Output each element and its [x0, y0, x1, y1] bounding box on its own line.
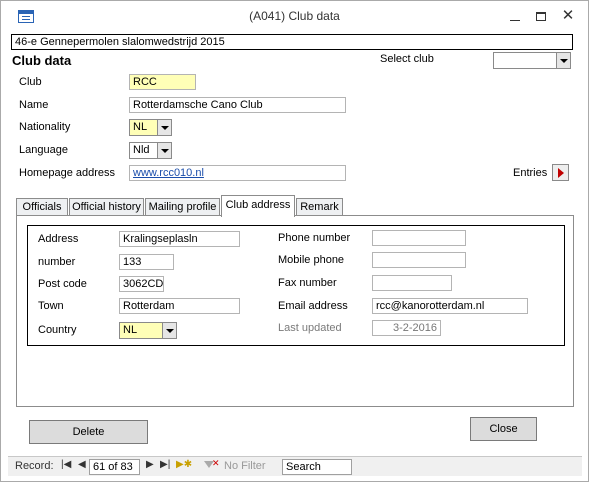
chevron-down-icon[interactable]	[162, 323, 176, 338]
mobile-label: Mobile phone	[278, 254, 345, 266]
entries-label: Entries	[513, 167, 548, 179]
fax-field[interactable]	[372, 275, 452, 291]
previous-record-icon[interactable]: ◀	[78, 459, 86, 470]
club-code-field[interactable]: RCC	[129, 74, 196, 90]
first-record-icon[interactable]: |◀	[61, 459, 71, 470]
no-filter-button[interactable]: No Filter	[224, 460, 266, 472]
new-record-icon[interactable]: ▶✱	[176, 459, 192, 470]
chevron-down-icon[interactable]	[157, 143, 171, 158]
phone-field[interactable]	[372, 230, 466, 246]
postcode-label: Post code	[38, 278, 87, 290]
postcode-field[interactable]: 3062CD	[119, 276, 164, 292]
close-window-button[interactable]: ✕	[558, 7, 578, 25]
window-title: (A041) Club data	[249, 9, 340, 23]
section-title: Club data	[12, 53, 72, 68]
nationality-combo[interactable]: NL	[129, 119, 172, 136]
entries-button[interactable]	[552, 164, 569, 181]
name-label: Name	[19, 99, 49, 111]
delete-button[interactable]: Delete	[29, 420, 148, 444]
last-updated-field: 3-2-2016	[372, 320, 441, 336]
chevron-down-icon[interactable]	[556, 53, 570, 68]
club-name-field[interactable]: Rotterdamsche Cano Club	[129, 97, 346, 113]
minimize-button[interactable]	[505, 7, 525, 25]
country-label: Country	[38, 324, 77, 336]
tab-remark[interactable]: Remark	[296, 198, 343, 216]
filter-off-icon: ✕	[212, 458, 220, 468]
close-button[interactable]: Close	[470, 417, 537, 441]
select-club-combo[interactable]	[493, 52, 571, 69]
language-combo[interactable]: Nld	[129, 142, 172, 159]
nationality-value: NL	[133, 121, 148, 133]
search-input[interactable]: Search	[282, 459, 352, 475]
maximize-icon	[536, 12, 546, 21]
country-combo[interactable]: NL	[119, 322, 177, 339]
tab-mailing-profile[interactable]: Mailing profile	[145, 198, 220, 216]
homepage-link[interactable]: www.rcc010.nl	[129, 165, 346, 181]
club-data-window: (A041) Club data ✕ 46-e Gennepermolen sl…	[0, 0, 589, 482]
record-navigation-bar: Record: |◀ ◀ 61 of 83 ▶ ▶| ▶✱ ✕ No Filte…	[8, 456, 582, 476]
number-field[interactable]: 133	[119, 254, 174, 270]
address-field[interactable]: Kralingseplasln	[119, 231, 240, 247]
record-label: Record:	[15, 460, 54, 472]
select-club-label: Select club	[380, 53, 434, 65]
mobile-field[interactable]	[372, 252, 466, 268]
language-label: Language	[19, 144, 68, 156]
club-label: Club	[19, 76, 42, 88]
chevron-down-icon[interactable]	[157, 120, 171, 135]
record-position-field[interactable]: 61 of 83	[89, 459, 140, 475]
minimize-icon	[510, 20, 520, 21]
homepage-label: Homepage address	[19, 167, 116, 179]
tab-officials[interactable]: Officials	[16, 198, 68, 216]
event-title: 46-e Gennepermolen slalomwedstrijd 2015	[11, 34, 573, 50]
email-label: Email address	[278, 300, 348, 312]
address-label: Address	[38, 233, 79, 245]
phone-label: Phone number	[278, 232, 351, 244]
tab-official-history[interactable]: Official history	[69, 198, 144, 216]
nationality-label: Nationality	[19, 121, 71, 133]
language-value: Nld	[133, 144, 150, 156]
title-bar: (A041) Club data ✕	[1, 1, 588, 31]
town-field[interactable]: Rotterdam	[119, 298, 240, 314]
next-record-icon[interactable]: ▶	[146, 459, 154, 470]
email-field[interactable]: rcc@kanorotterdam.nl	[372, 298, 528, 314]
fax-label: Fax number	[278, 277, 337, 289]
tab-club-address[interactable]: Club address	[221, 195, 295, 217]
last-record-icon[interactable]: ▶|	[160, 459, 170, 470]
country-value: NL	[123, 324, 138, 336]
number-label: number	[38, 256, 76, 268]
town-label: Town	[38, 300, 64, 312]
maximize-button[interactable]	[531, 7, 551, 25]
last-updated-label: Last updated	[278, 322, 342, 334]
